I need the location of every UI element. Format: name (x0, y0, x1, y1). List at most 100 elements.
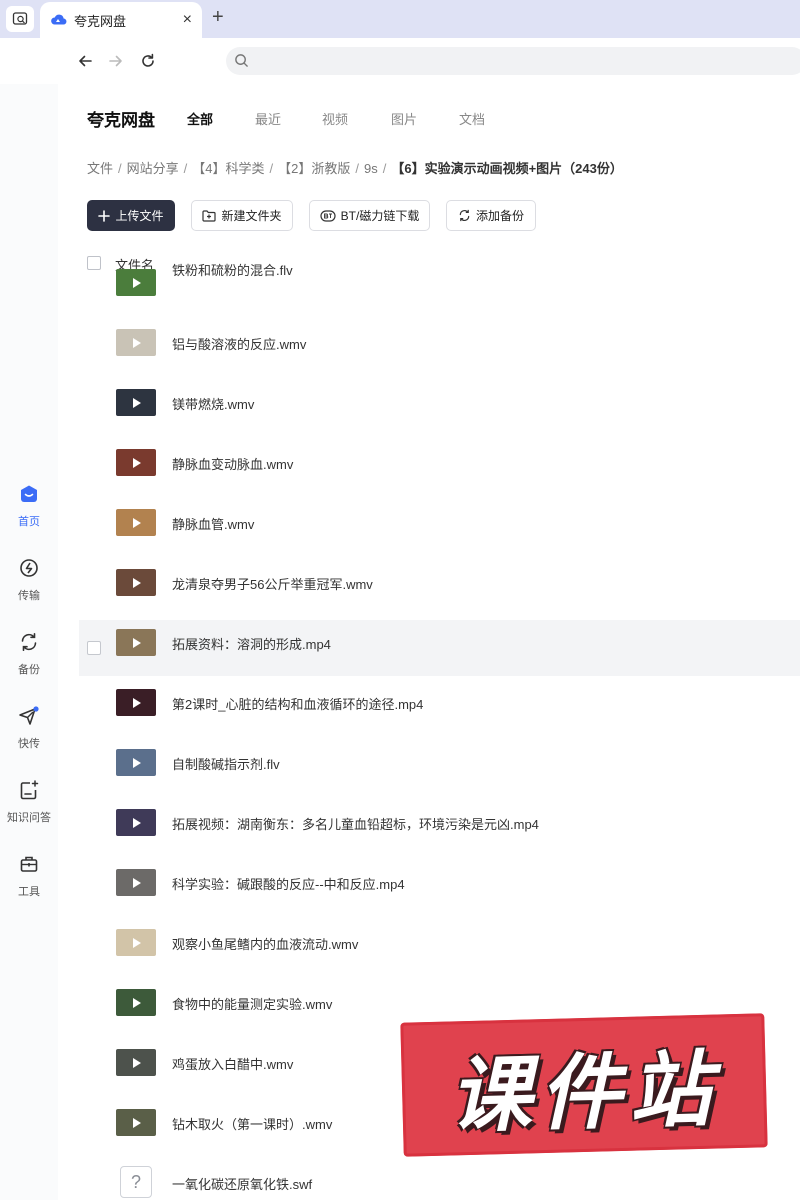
file-row[interactable]: 拓展资料：溶洞的形成.mp4 (79, 620, 800, 676)
new-folder-button[interactable]: 新建文件夹 (191, 200, 293, 231)
video-thumbnail (116, 809, 156, 836)
search-icon (234, 53, 249, 73)
tab-title: 夸克网盘 (74, 13, 127, 29)
video-thumbnail (116, 989, 156, 1016)
tab-video[interactable]: 视频 (322, 109, 348, 128)
play-icon (133, 817, 141, 828)
file-name: 自制酸碱指示剂.flv (172, 757, 280, 772)
tab-all[interactable]: 全部 (187, 109, 213, 128)
play-icon (133, 397, 141, 408)
browser-tab[interactable]: 夸克网盘 × (40, 2, 202, 38)
file-name: 拓展视频：湖南衡东：多名儿童血铅超标，环境污染是元凶.mp4 (172, 817, 539, 832)
file-row[interactable]: 镁带燃烧.wmv (79, 380, 800, 436)
play-icon (133, 277, 141, 288)
play-icon (133, 997, 141, 1008)
breadcrumb-item[interactable]: 9s (364, 161, 378, 176)
sidebar-item-label: 工具 (18, 886, 40, 898)
qa-icon (19, 780, 39, 803)
file-name: 龙清泉夺男子56公斤举重冠军.wmv (172, 577, 373, 592)
tab-image[interactable]: 图片 (391, 109, 417, 128)
file-row[interactable]: 静脉血变动脉血.wmv (79, 440, 800, 496)
file-row[interactable]: 龙清泉夺男子56公斤举重冠军.wmv (79, 560, 800, 616)
forward-icon[interactable] (105, 50, 127, 72)
sidebar: 首页 传输 备份 快传 知识问答 工具 (0, 84, 58, 1200)
breadcrumb-separator: / (269, 161, 274, 176)
play-icon (133, 1117, 141, 1128)
file-row[interactable]: 第2课时_心脏的结构和血液循环的途径.mp4 (79, 680, 800, 736)
video-thumbnail (116, 329, 156, 356)
breadcrumb: 文件 / 网站分享 / 【4】科学类 / 【2】浙教版 / 9s / 【6】实验演示动画视频+图片（… (87, 158, 623, 177)
home-icon (19, 484, 39, 507)
tab-search-icon[interactable] (6, 6, 34, 32)
sidebar-item-backup[interactable]: 备份 (0, 632, 58, 677)
back-icon[interactable] (74, 50, 96, 72)
breadcrumb-current: 【6】实验演示动画视频+图片（243份） (391, 161, 623, 176)
close-tab-icon[interactable]: × (183, 11, 192, 29)
sidebar-item-qa[interactable]: 知识问答 (0, 780, 58, 825)
sidebar-item-quick-send[interactable]: 快传 (0, 706, 58, 751)
file-name: 一氧化碳还原氧化铁.swf (172, 1177, 313, 1192)
sidebar-item-label: 首页 (18, 516, 40, 528)
sidebar-item-label: 快传 (18, 738, 40, 750)
breadcrumb-item[interactable]: 【2】浙教版 (278, 161, 350, 176)
sidebar-item-transfer[interactable]: 传输 (0, 558, 58, 603)
breadcrumb-separator: / (118, 161, 122, 176)
file-name: 拓展资料：溶洞的形成.mp4 (172, 637, 331, 652)
transfer-icon (19, 558, 39, 581)
row-checkbox[interactable] (87, 641, 101, 655)
file-row[interactable]: 科学实验：碱跟酸的反应--中和反应.mp4 (79, 860, 800, 916)
new-tab-icon[interactable]: + (212, 6, 224, 29)
breadcrumb-separator: / (183, 161, 188, 176)
file-row[interactable]: 观察小鱼尾鳍内的血液流动.wmv (79, 920, 800, 976)
play-icon (133, 1057, 141, 1068)
breadcrumb-item[interactable]: 网站分享 (127, 161, 179, 176)
file-name: 观察小鱼尾鳍内的血液流动.wmv (172, 937, 359, 952)
file-name: 铝与酸溶液的反应.wmv (172, 337, 307, 352)
play-icon (133, 757, 141, 768)
file-row[interactable]: 铝与酸溶液的反应.wmv (79, 320, 800, 376)
video-thumbnail (116, 569, 156, 596)
file-row[interactable]: 自制酸碱指示剂.flv (79, 740, 800, 796)
bt-download-button[interactable]: BT/磁力链下载 (309, 200, 430, 231)
add-backup-button[interactable]: 添加备份 (446, 200, 536, 231)
browser-titlebar: 夸克网盘 × + (0, 0, 800, 38)
file-row[interactable]: 静脉血管.wmv (79, 500, 800, 556)
play-icon (133, 637, 141, 648)
breadcrumb-item[interactable]: 【4】科学类 (192, 161, 264, 176)
toolbox-icon (19, 854, 39, 877)
tab-document[interactable]: 文档 (459, 109, 485, 128)
play-icon (133, 457, 141, 468)
sidebar-item-home[interactable]: 首页 (0, 484, 58, 529)
play-icon (133, 517, 141, 528)
breadcrumb-item[interactable]: 文件 (87, 161, 113, 176)
file-row[interactable]: ? 一氧化碳还原氧化铁.swf (79, 1160, 800, 1200)
file-name: 静脉血变动脉血.wmv (172, 457, 294, 472)
video-thumbnail (116, 269, 156, 296)
breadcrumb-separator: / (355, 161, 359, 176)
plus-icon (98, 209, 111, 222)
upload-button[interactable]: 上传文件 (87, 200, 175, 231)
file-name: 科学实验：碱跟酸的反应--中和反应.mp4 (172, 877, 405, 892)
file-name: 第2课时_心脏的结构和血液循环的途径.mp4 (172, 697, 424, 712)
file-name: 食物中的能量测定实验.wmv (172, 997, 333, 1012)
browser-navbar (0, 38, 800, 84)
bt-magnet-icon (320, 209, 336, 222)
sync-icon (458, 209, 471, 222)
reload-icon[interactable] (137, 50, 159, 72)
address-bar[interactable] (226, 47, 800, 75)
video-thumbnail (116, 629, 156, 656)
play-icon (133, 877, 141, 888)
file-name: 静脉血管.wmv (172, 517, 255, 532)
file-name: 鸡蛋放入白醋中.wmv (172, 1057, 294, 1072)
play-icon (133, 337, 141, 348)
video-thumbnail (116, 509, 156, 536)
file-row[interactable]: 拓展视频：湖南衡东：多名儿童血铅超标，环境污染是元凶.mp4 (79, 800, 800, 856)
tab-recent[interactable]: 最近 (255, 109, 281, 128)
new-folder-label: 新建文件夹 (221, 209, 282, 223)
video-thumbnail (116, 689, 156, 716)
file-row[interactable]: 铁粉和硫粉的混合.flv (79, 260, 800, 316)
play-icon (133, 937, 141, 948)
video-thumbnail (116, 1109, 156, 1136)
sidebar-item-label: 知识问答 (7, 812, 51, 824)
sidebar-item-tools[interactable]: 工具 (0, 854, 58, 899)
